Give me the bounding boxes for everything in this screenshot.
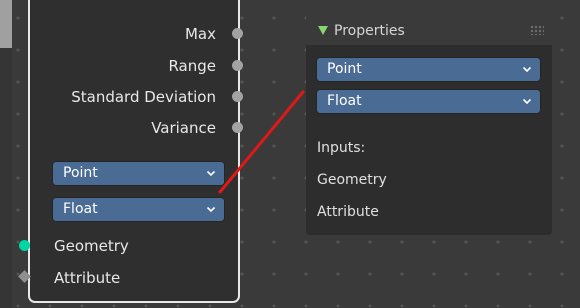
node-editor-canvas[interactable]: Max Range Standard Deviation Variance Po… [12,0,580,308]
annotation-arrow-line [218,90,305,194]
